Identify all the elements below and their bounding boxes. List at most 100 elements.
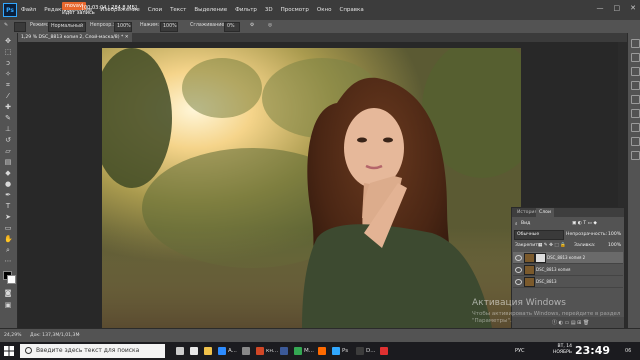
- zoom-tool-icon[interactable]: ⌕: [4, 246, 12, 254]
- layer-opacity-value[interactable]: 100%: [608, 232, 621, 237]
- menu-view[interactable]: Просмотр: [281, 7, 309, 13]
- crop-tool-icon[interactable]: ⌗: [4, 81, 12, 89]
- photoshop-logo[interactable]: Ps: [3, 3, 17, 17]
- taskbar-search-input[interactable]: Введите здесь текст для поиска: [20, 344, 165, 358]
- opacity-label: Непрозр.:: [90, 23, 115, 28]
- layer-row[interactable]: DSC_8813: [513, 276, 623, 288]
- layer-row[interactable]: DSC_8813 копия 2: [513, 252, 623, 264]
- paragraph-panel-icon[interactable]: [631, 123, 640, 132]
- input-language[interactable]: РУС: [515, 348, 525, 354]
- blend-row: Обычные Непрозрачность: 100%: [512, 230, 624, 240]
- close-button[interactable]: ✕: [630, 4, 636, 12]
- quick-select-tool-icon[interactable]: ✧: [4, 70, 12, 78]
- fill-value[interactable]: 100%: [608, 243, 621, 248]
- smoothing-input[interactable]: 0%: [224, 22, 240, 32]
- shape-tool-icon[interactable]: ▭: [4, 224, 12, 232]
- taskbar-app[interactable]: A...: [218, 344, 237, 358]
- taskbar-app[interactable]: [204, 344, 214, 358]
- background-color-swatch[interactable]: [7, 275, 16, 284]
- character-panel-icon[interactable]: [631, 109, 640, 118]
- layer-row[interactable]: DSC_8813 копия: [513, 264, 623, 276]
- adjustments-panel-icon[interactable]: [631, 67, 640, 76]
- opacity-input[interactable]: 100%: [114, 22, 132, 32]
- type-tool-icon[interactable]: T: [4, 202, 12, 210]
- taskbar-app[interactable]: [242, 344, 252, 358]
- hand-tool-icon[interactable]: ✋: [4, 235, 13, 243]
- brush-tool-icon[interactable]: ✎: [4, 23, 8, 28]
- blur-tool-icon[interactable]: ◆: [4, 169, 12, 177]
- menu-help[interactable]: Справка: [339, 7, 363, 13]
- status-arrow-icon[interactable]: ›: [78, 333, 80, 338]
- history-brush-tool-icon[interactable]: ↺: [4, 136, 12, 144]
- properties-panel-icon[interactable]: [631, 81, 640, 90]
- notification-count[interactable]: 06: [625, 348, 631, 354]
- windows-taskbar: Введите здесь текст для поиска A... кн...…: [0, 342, 640, 360]
- lock-icons[interactable]: ▦ ✎ ✥ ⬚ 🔒: [538, 243, 566, 248]
- menu-layers[interactable]: Слои: [148, 7, 162, 13]
- filter-icons[interactable]: ▣ ◐ T ▭ ◆: [572, 221, 597, 226]
- menu-file[interactable]: Файл: [21, 7, 36, 13]
- minimize-button[interactable]: —: [597, 4, 604, 12]
- healing-tool-icon[interactable]: ✚: [4, 103, 12, 111]
- maximize-button[interactable]: □: [614, 4, 621, 12]
- path-select-tool-icon[interactable]: ➤: [4, 213, 12, 221]
- layer-mask-thumbnail[interactable]: [535, 253, 546, 263]
- brush-panel-icon[interactable]: [631, 95, 640, 104]
- more-tools-icon[interactable]: ⋯: [4, 257, 12, 265]
- filter-kind-label[interactable]: Вид: [521, 221, 530, 226]
- tab-layers[interactable]: Слои: [536, 208, 554, 217]
- visibility-eye-icon[interactable]: [515, 255, 522, 261]
- taskbar-app[interactable]: D...: [356, 344, 375, 358]
- flow-input[interactable]: 100%: [160, 22, 178, 32]
- swatches-panel-icon[interactable]: [631, 53, 640, 62]
- screen-mode-icon[interactable]: ▣: [4, 301, 12, 309]
- visibility-eye-icon[interactable]: [515, 279, 522, 285]
- pen-tool-icon[interactable]: ✒: [4, 191, 12, 199]
- taskbar-app[interactable]: [190, 344, 200, 358]
- lasso-tool-icon[interactable]: ↄ: [4, 59, 12, 67]
- gradient-tool-icon[interactable]: ▤: [4, 158, 12, 166]
- document-image[interactable]: [102, 48, 521, 328]
- taskbar-app[interactable]: [318, 344, 328, 358]
- settings-icon[interactable]: ⚙: [250, 23, 254, 28]
- windows-start-icon[interactable]: [4, 346, 14, 356]
- menu-select[interactable]: Выделение: [194, 7, 227, 13]
- menu-type[interactable]: Текст: [170, 7, 186, 13]
- layer-name: DSC_8813: [536, 279, 557, 284]
- visibility-eye-icon[interactable]: [515, 267, 522, 273]
- stamp-tool-icon[interactable]: ⊥: [4, 125, 12, 133]
- smoothing-label: Сглаживание:: [190, 23, 226, 28]
- close-tab-icon[interactable]: ✕: [125, 35, 129, 40]
- channels-panel-icon[interactable]: [631, 137, 640, 146]
- blend-mode-select[interactable]: Обычные: [514, 230, 564, 240]
- brush-size-picker[interactable]: [14, 22, 26, 32]
- paths-panel-icon[interactable]: [631, 151, 640, 160]
- taskbar-app[interactable]: M...: [294, 344, 314, 358]
- taskbar-app[interactable]: [176, 344, 186, 358]
- search-icon: [25, 347, 32, 354]
- menu-window[interactable]: Окно: [317, 7, 332, 13]
- eyedropper-tool-icon[interactable]: ⁄: [4, 92, 12, 100]
- menu-3d[interactable]: 3D: [265, 7, 273, 13]
- taskbar-app[interactable]: Ps: [332, 344, 348, 358]
- pressure-icon[interactable]: ◎: [268, 23, 272, 28]
- quick-mask-icon[interactable]: ◙: [4, 289, 12, 297]
- brush-tool-icon[interactable]: ✎: [4, 114, 12, 122]
- zoom-level[interactable]: 24,29%: [4, 333, 22, 338]
- marquee-tool-icon[interactable]: ⬚: [4, 48, 12, 56]
- smoothing-value: 0%: [227, 24, 235, 29]
- app-icon: [318, 346, 326, 355]
- dodge-tool-icon[interactable]: ●: [4, 180, 12, 188]
- taskbar-date[interactable]: ВТ, 14 НОЯБРЬ: [553, 344, 572, 356]
- eraser-tool-icon[interactable]: ▱: [4, 147, 12, 155]
- color-panel-icon[interactable]: [631, 39, 640, 48]
- app-icon: [190, 346, 198, 355]
- taskbar-app[interactable]: [280, 344, 290, 358]
- move-tool-icon[interactable]: ✥: [4, 37, 12, 45]
- taskbar-app[interactable]: [380, 344, 390, 358]
- document-tab[interactable]: 1,29 % DSC_8813 копия 2, Слой-маска/8) *…: [18, 33, 132, 42]
- menu-filter[interactable]: Фильтр: [235, 7, 257, 13]
- taskbar-clock[interactable]: 23:49: [575, 344, 610, 357]
- taskbar-app[interactable]: кн...: [256, 344, 278, 358]
- mode-select[interactable]: Нормальный: [48, 22, 86, 32]
